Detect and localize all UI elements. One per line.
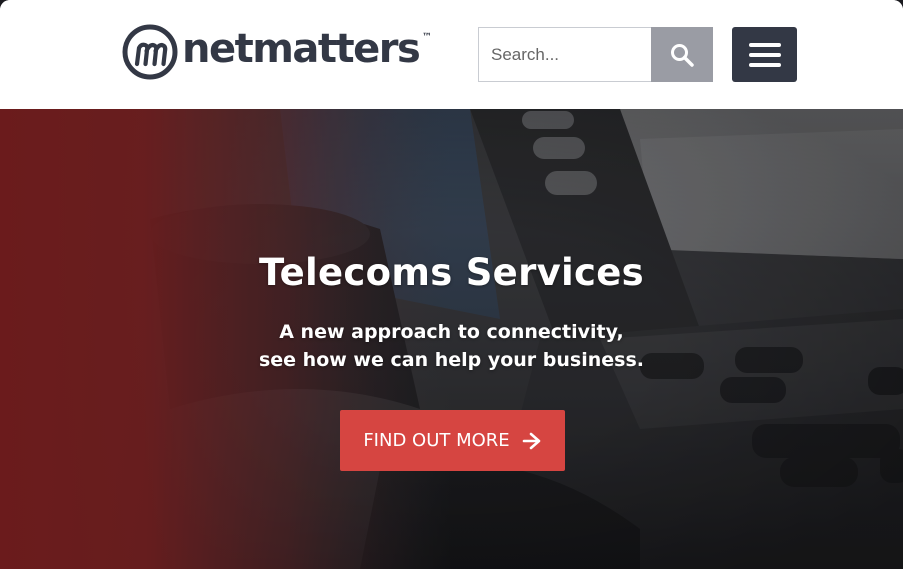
menu-icon-bar [748, 52, 781, 57]
search-form [478, 27, 713, 82]
site-logo[interactable]: netmatters ™ [122, 24, 442, 80]
hero-subtitle-line-2: see how we can help your business. [258, 349, 644, 371]
search-button[interactable] [651, 27, 713, 82]
hero-title: Telecoms Services [259, 251, 644, 294]
hero-subtitle-line-1: A new approach to connectivity, [279, 321, 624, 343]
trademark-symbol: ™ [422, 32, 432, 43]
menu-icon-bar [748, 62, 781, 67]
search-icon [671, 43, 694, 67]
search-input[interactable] [478, 27, 651, 82]
hero-banner: Telecoms Services A new approach to conn… [0, 109, 903, 569]
browser-viewport: netmatters ™ Search... Telecoms Services… [0, 0, 903, 569]
find-out-more-button[interactable]: FIND OUT MORE [340, 410, 565, 471]
logo-mark-icon [122, 24, 178, 80]
site-header: netmatters ™ [0, 0, 903, 109]
cta-label: FIND OUT MORE [363, 430, 510, 451]
arrow-right-icon [522, 432, 540, 449]
brand-name: netmatters [182, 26, 421, 72]
hero-content: Telecoms Services A new approach to conn… [0, 109, 903, 569]
hero-subtitle: A new approach to connectivity, see how … [0, 318, 903, 374]
menu-icon [748, 42, 781, 47]
menu-button[interactable] [732, 27, 797, 82]
